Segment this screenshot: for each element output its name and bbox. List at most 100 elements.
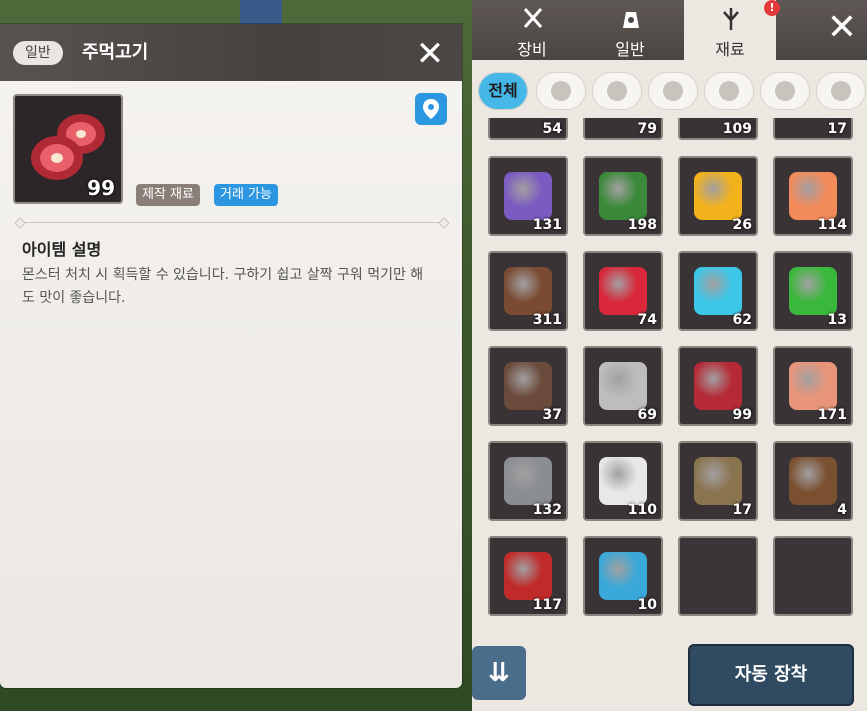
location-button[interactable]	[415, 93, 447, 125]
inventory-slot-gray-stone[interactable]: 132	[488, 441, 568, 521]
herb-icon	[551, 81, 571, 101]
slot-quantity: 114	[817, 217, 847, 233]
inventory-slot[interactable]: 79	[583, 118, 663, 140]
leaf-icon	[599, 172, 647, 220]
slot-quantity: 37	[542, 407, 562, 423]
inventory-slot-ruby[interactable]: 117	[488, 536, 568, 616]
inventory-slot-drumstick[interactable]: 171	[773, 346, 853, 426]
slot-quantity: 110	[627, 502, 657, 518]
category-badge: 일반	[13, 41, 63, 65]
ore-icon	[663, 81, 683, 101]
branch-icon	[504, 267, 552, 315]
notification-badge: !	[764, 0, 780, 16]
bag-icon	[623, 12, 639, 28]
slot-quantity: 132	[532, 502, 562, 518]
inventory-slot-aqua-gem[interactable]: 10	[583, 536, 663, 616]
slot-quantity: 79	[637, 121, 657, 137]
gray-stone-icon	[504, 457, 552, 505]
item-detail-panel: 일반 주먹고기 ✕ 99 제작 재료 거래 가능 아이템 설명 몬스터 처치 시…	[0, 24, 462, 688]
empty-slot[interactable]	[773, 536, 853, 616]
tab-equipment[interactable]: 장비	[486, 0, 578, 60]
tag-tradable: 거래 가능	[214, 184, 278, 206]
rope-icon	[694, 457, 742, 505]
inventory-slot[interactable]: 109	[678, 118, 758, 140]
filter-fruit[interactable]	[592, 72, 642, 110]
rock-icon	[504, 362, 552, 410]
pouch-icon	[831, 81, 851, 101]
meat-icon	[719, 81, 739, 101]
section-divider	[20, 222, 444, 223]
tab-general[interactable]: 일반	[584, 0, 676, 60]
inventory-slot-red-crystal[interactable]: 74	[583, 251, 663, 331]
inventory-slot-leather-bundle[interactable]: 4	[773, 441, 853, 521]
inventory-slot-blue-crystal[interactable]: 62	[678, 251, 758, 331]
location-pin-icon	[423, 99, 439, 119]
slot-quantity: 117	[532, 597, 562, 613]
inventory-slot-branch[interactable]: 311	[488, 251, 568, 331]
tab-label: 재료	[715, 40, 745, 59]
filter-all[interactable]: 전체	[478, 72, 528, 110]
inventory-slot-raw-meat[interactable]: 99	[678, 346, 758, 426]
inventory-slot-leaf[interactable]: 198	[583, 156, 663, 236]
green-crystal-icon	[789, 267, 837, 315]
slot-quantity: 198	[627, 217, 657, 233]
slot-quantity: 17	[732, 502, 752, 518]
filter-meat[interactable]	[704, 72, 754, 110]
tag-crafting-material: 제작 재료	[136, 184, 200, 206]
item-name: 주먹고기	[82, 42, 149, 63]
inventory-slot[interactable]: 54	[488, 118, 568, 140]
mango-icon	[694, 172, 742, 220]
auto-equip-button[interactable]: 자동 장착	[688, 644, 854, 706]
inventory-slot-silver-ore[interactable]: 69	[583, 346, 663, 426]
inventory-slot-peach[interactable]: 114	[773, 156, 853, 236]
peach-icon	[789, 172, 837, 220]
inventory-slot-rock[interactable]: 37	[488, 346, 568, 426]
sort-button[interactable]: ⇊	[472, 646, 526, 700]
sword-icon	[523, 8, 543, 28]
ruby-icon	[504, 552, 552, 600]
slot-quantity: 311	[532, 312, 562, 328]
fruit-icon	[607, 81, 627, 101]
description-text: 몬스터 처치 시 획득할 수 있습니다. 구하기 쉽고 살짝 구워 먹기만 해도…	[22, 267, 424, 306]
item-detail-header: 일반 주먹고기 ✕	[0, 24, 462, 81]
slot-quantity: 4	[837, 502, 847, 518]
lavender-icon	[504, 172, 552, 220]
filter-pouch[interactable]	[816, 72, 866, 110]
inventory-slot-green-crystal[interactable]: 13	[773, 251, 853, 331]
silver-ore-icon	[599, 362, 647, 410]
sort-icon: ⇊	[488, 658, 510, 688]
inventory-slot-mango[interactable]: 26	[678, 156, 758, 236]
red-crystal-icon	[599, 267, 647, 315]
empty-slot[interactable]	[678, 536, 758, 616]
raw-meat-icon	[694, 362, 742, 410]
filter-herb[interactable]	[536, 72, 586, 110]
inventory-tabbar: 장비 일반 재료 ! ✕	[472, 0, 867, 60]
slot-quantity: 13	[827, 312, 847, 328]
filter-fish[interactable]	[760, 72, 810, 110]
slot-quantity: 54	[542, 121, 562, 137]
slot-quantity: 17	[827, 121, 847, 137]
plant-icon	[723, 8, 739, 30]
slot-quantity: 62	[732, 312, 752, 328]
close-icon[interactable]: ✕	[412, 36, 448, 72]
slot-quantity: 109	[722, 121, 752, 137]
slot-quantity: 10	[637, 597, 657, 613]
drumstick-icon	[789, 362, 837, 410]
inventory-slot[interactable]: 17	[773, 118, 853, 140]
filter-ore[interactable]	[648, 72, 698, 110]
inventory-panel: 장비 일반 재료 ! ✕ 전체 54 79 109 17 131 198 26 114 311 7…	[472, 0, 867, 711]
inventory-slot-rope[interactable]: 17	[678, 441, 758, 521]
inventory-slot-white-ingot[interactable]: 110	[583, 441, 663, 521]
item-grid: 54 79 109 17 131 198 26 114 311 74 62 13 37 69 99 171 13…	[472, 118, 867, 630]
tab-label: 일반	[615, 40, 645, 59]
slot-quantity: 99	[732, 407, 752, 423]
leather-bundle-icon	[789, 457, 837, 505]
white-ingot-icon	[599, 457, 647, 505]
slot-quantity: 171	[817, 407, 847, 423]
close-icon[interactable]: ✕	[824, 10, 860, 46]
description-title: 아이템 설명	[22, 240, 102, 259]
tab-materials[interactable]: 재료	[684, 0, 776, 60]
aqua-gem-icon	[599, 552, 647, 600]
inventory-slot-lavender[interactable]: 131	[488, 156, 568, 236]
blue-crystal-icon	[694, 267, 742, 315]
